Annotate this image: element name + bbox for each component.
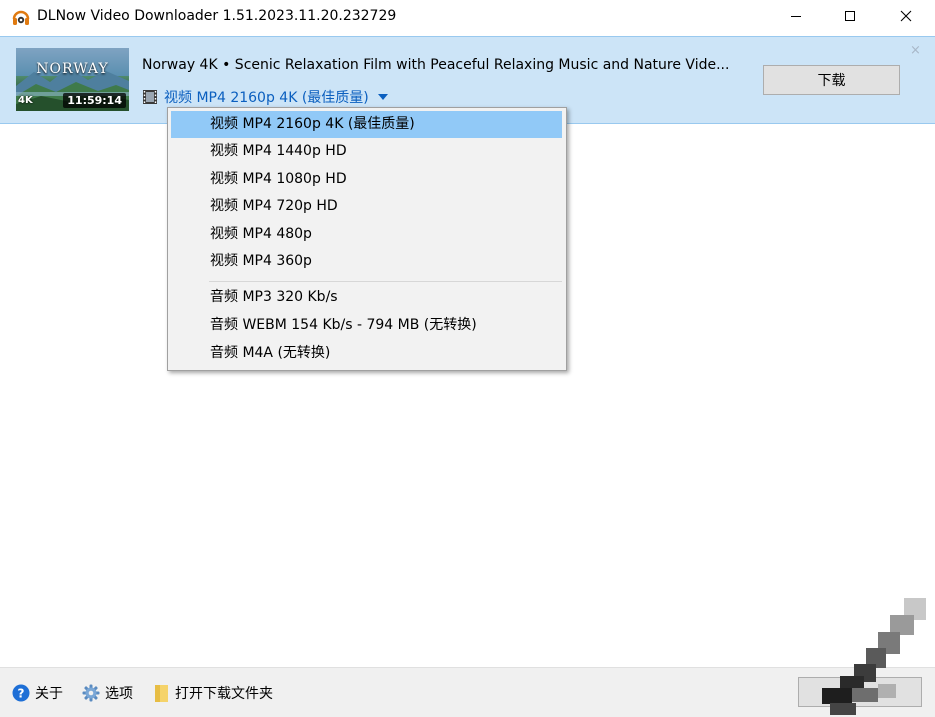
format-menu: 视频 MP4 2160p 4K (最佳质量) 视频 MP4 1440p HD 视… xyxy=(167,107,567,371)
format-option-720p[interactable]: 视频 MP4 720p HD xyxy=(171,193,562,220)
format-option-1080p[interactable]: 视频 MP4 1080p HD xyxy=(171,166,562,193)
open-folder-label: 打开下载文件夹 xyxy=(175,686,273,702)
thumbnail-badge: 4K xyxy=(18,95,33,106)
help-icon: ? xyxy=(12,684,30,702)
about-button[interactable]: ? 关于 xyxy=(12,683,63,703)
format-option-2160p[interactable]: 视频 MP4 2160p 4K (最佳质量) xyxy=(171,111,562,138)
minimize-icon xyxy=(791,16,801,17)
format-option-480p[interactable]: 视频 MP4 480p xyxy=(171,221,562,248)
headphones-app-icon xyxy=(12,10,30,25)
dismiss-item-button[interactable]: × xyxy=(910,43,921,58)
format-option-webm[interactable]: 音频 WEBM 154 Kb/s - 794 MB (无转换) xyxy=(171,312,562,339)
video-title: Norway 4K • Scenic Relaxation Film with … xyxy=(142,57,730,73)
svg-text:?: ? xyxy=(18,687,25,701)
video-thumbnail: NORWAY 4K 11:59:14 xyxy=(16,48,129,111)
format-option-m4a[interactable]: 音频 M4A (无转换) xyxy=(171,340,562,367)
close-icon xyxy=(900,10,912,22)
download-button[interactable]: 下载 xyxy=(763,65,900,95)
options-button[interactable]: 选项 xyxy=(82,683,133,703)
status-bar: ? 关于 选项 打开下载文件夹 xyxy=(0,667,935,717)
window-title: DLNow Video Downloader 1.51.2023.11.20.2… xyxy=(37,8,397,24)
maximize-button[interactable] xyxy=(822,0,878,32)
open-folder-button[interactable]: 打开下载文件夹 xyxy=(152,683,273,703)
format-option-mp3[interactable]: 音频 MP3 320 Kb/s xyxy=(171,284,562,311)
title-bar: DLNow Video Downloader 1.51.2023.11.20.2… xyxy=(0,0,935,34)
close-button[interactable] xyxy=(878,0,934,32)
folder-icon xyxy=(155,685,168,702)
gear-icon xyxy=(82,684,100,702)
video-duration: 11:59:14 xyxy=(63,93,126,108)
minimize-button[interactable] xyxy=(768,0,824,32)
format-dropdown[interactable]: 视频 MP4 2160p 4K (最佳质量) xyxy=(142,87,388,107)
menu-separator xyxy=(209,281,562,282)
options-label: 选项 xyxy=(105,686,133,702)
format-option-360p[interactable]: 视频 MP4 360p xyxy=(171,248,562,275)
about-label: 关于 xyxy=(35,686,63,702)
format-option-1440p[interactable]: 视频 MP4 1440p HD xyxy=(171,138,562,165)
chevron-down-icon xyxy=(377,94,388,100)
thumbnail-title: NORWAY xyxy=(36,61,109,77)
maximize-icon xyxy=(845,11,855,21)
film-strip-icon xyxy=(143,90,157,104)
selected-format-label: 视频 MP4 2160p 4K (最佳质量) xyxy=(164,90,369,106)
